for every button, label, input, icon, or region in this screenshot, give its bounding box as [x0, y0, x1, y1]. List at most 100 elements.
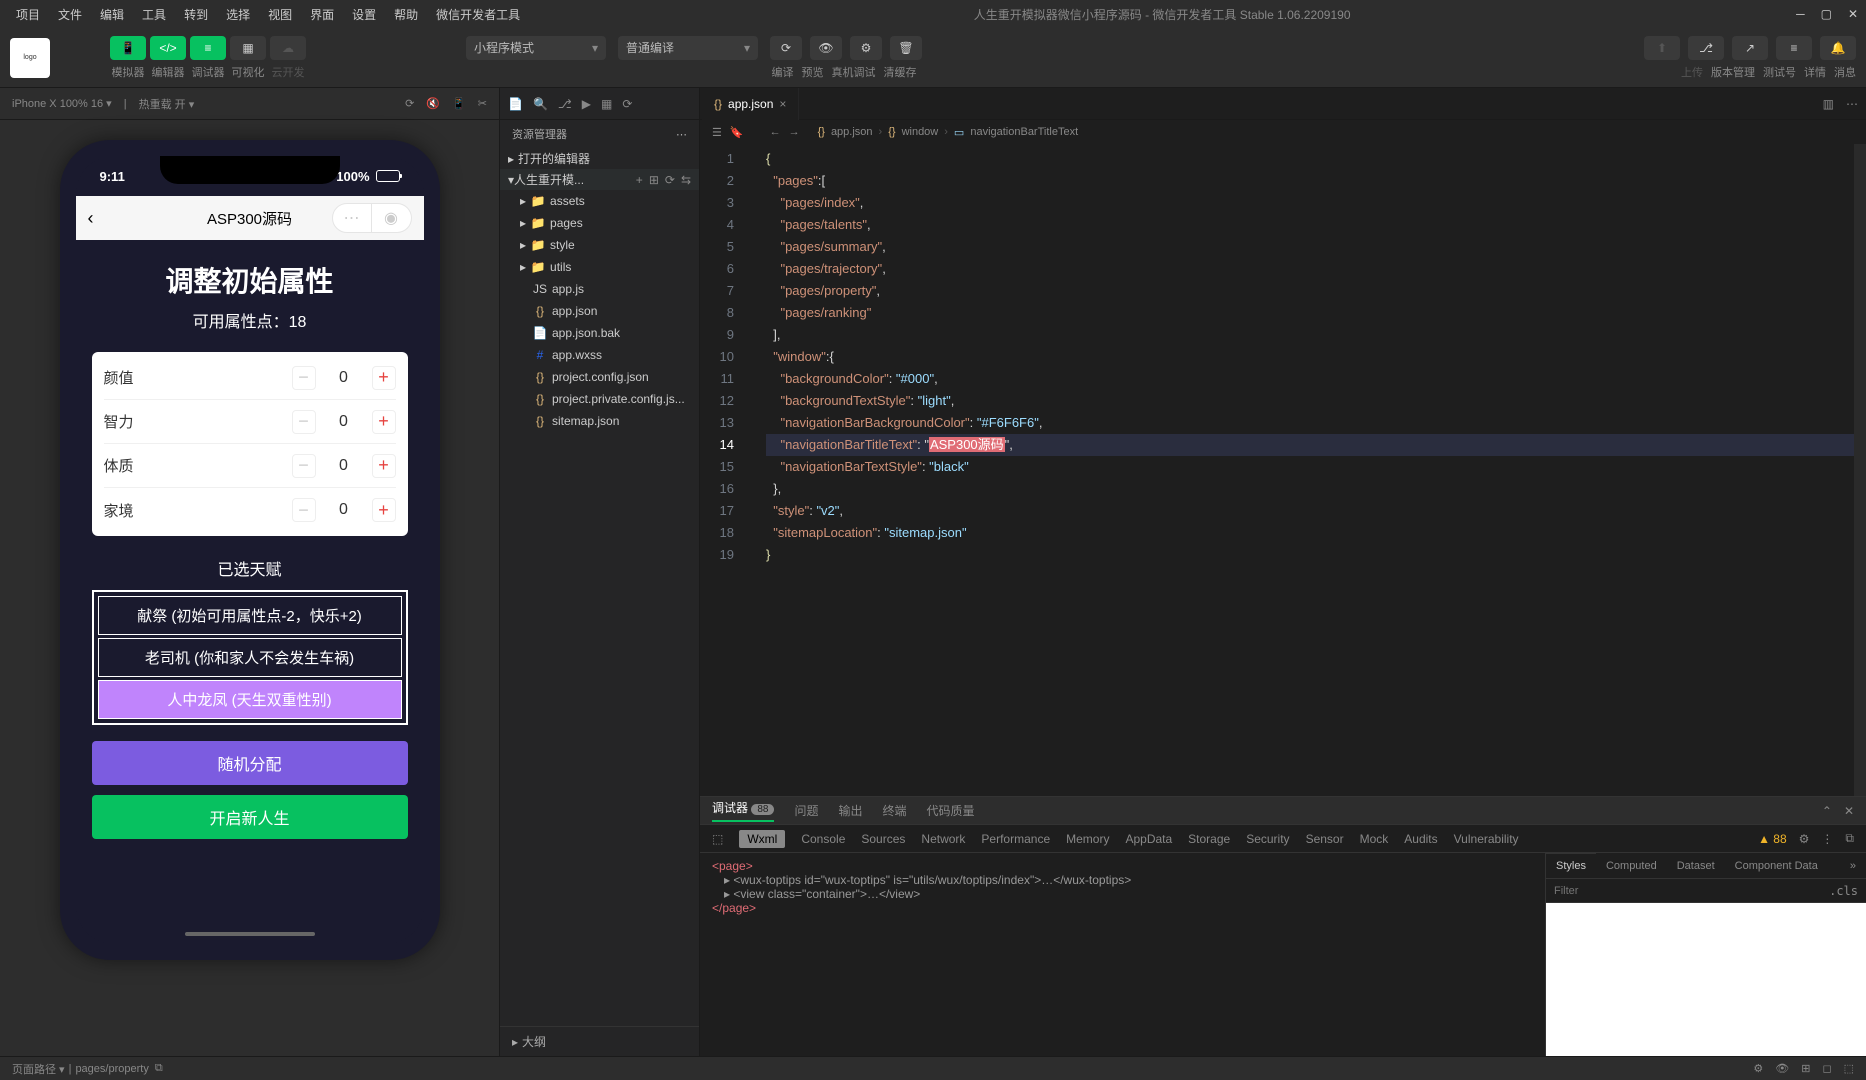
message-button[interactable]: 🔔 [1820, 36, 1856, 60]
compile-button[interactable]: ⟳ [770, 36, 802, 60]
new-folder-icon[interactable]: ⊞ [649, 173, 659, 187]
menu-help[interactable]: 帮助 [386, 3, 426, 26]
debugger-button[interactable]: ≡ [190, 36, 226, 60]
refresh-files-icon[interactable]: ⟳ [665, 173, 675, 187]
element-view[interactable]: ▸ <view class="container">…</view> [712, 887, 1533, 901]
outline-section[interactable]: ▸ 大纲 [500, 1026, 699, 1056]
file-app-wxss[interactable]: #app.wxss [500, 344, 699, 366]
close-tab-icon[interactable]: × [779, 97, 786, 111]
folder-style[interactable]: ▸ 📁style [500, 234, 699, 256]
code-editor[interactable]: 12345678910111213141516171819 { "pages":… [700, 144, 1866, 796]
subtab-mock[interactable]: Mock [1360, 832, 1389, 846]
subtab-console[interactable]: Console [801, 832, 845, 846]
version-button[interactable]: ⎇ [1688, 36, 1724, 60]
menu-edit[interactable]: 编辑 [92, 3, 132, 26]
devtools-dock-icon[interactable]: ⧉ [1845, 831, 1854, 846]
menu-settings[interactable]: 设置 [344, 3, 384, 26]
file-project-config[interactable]: {}project.config.json [500, 366, 699, 388]
random-button[interactable]: 随机分配 [92, 741, 408, 785]
explorer-more-icon[interactable]: ⋯ [676, 128, 687, 141]
statusbar-icon-3[interactable]: ⊞ [1801, 1062, 1810, 1075]
devtools-close-icon[interactable]: ✕ [1844, 804, 1854, 818]
breadcrumb-file[interactable]: app.json [831, 126, 873, 138]
devtools-more-icon[interactable]: ⋮ [1821, 832, 1833, 846]
tab-app-json[interactable]: {} app.json × [702, 88, 799, 120]
element-wux[interactable]: ▸ <wux-toptips id="wux-toptips" is="util… [712, 873, 1533, 887]
subtab-memory[interactable]: Memory [1066, 832, 1109, 846]
nav-back-icon[interactable]: ← [770, 126, 781, 138]
elements-tree[interactable]: <page> ▸ <wux-toptips id="wux-toptips" i… [700, 853, 1546, 1056]
cut-icon[interactable]: ✂ [478, 97, 487, 110]
capsule-close-icon[interactable]: ◉ [372, 203, 412, 233]
close-icon[interactable]: ✕ [1848, 7, 1858, 21]
menu-ui[interactable]: 界面 [302, 3, 342, 26]
devtools-tab-debugger[interactable]: 调试器 88 [712, 799, 774, 822]
element-page-open[interactable]: <page> [712, 859, 1533, 873]
device-debug-button[interactable]: ⚙ [850, 36, 882, 60]
file-sitemap[interactable]: {}sitemap.json [500, 410, 699, 432]
editor-button[interactable]: </> [150, 36, 186, 60]
copy-path-icon[interactable]: ⧉ [155, 1062, 163, 1075]
nav-fwd-icon[interactable]: → [789, 126, 800, 138]
styles-filter-input[interactable] [1546, 885, 1821, 897]
warnings-badge[interactable]: ▲ 88 [1758, 832, 1787, 846]
more-editor-icon[interactable]: ⋯ [1846, 97, 1858, 111]
folder-utils[interactable]: ▸ 📁utils [500, 256, 699, 278]
cls-toggle[interactable]: .cls [1821, 884, 1866, 898]
element-page-close[interactable]: </page> [712, 901, 1533, 915]
minus-button[interactable]: − [292, 366, 316, 390]
maximize-icon[interactable]: ▢ [1821, 7, 1832, 21]
styles-tabs-overflow-icon[interactable]: » [1840, 853, 1866, 878]
talent-item[interactable]: 老司机 (你和家人不会发生车祸) [98, 638, 402, 677]
device-selector[interactable]: iPhone X 100% 16 ▾ [12, 97, 112, 110]
subtab-audits[interactable]: Audits [1404, 832, 1437, 846]
open-editors-section[interactable]: ▸ 打开的编辑器 [500, 148, 699, 169]
breadcrumb-window[interactable]: window [902, 126, 939, 138]
detail-button[interactable]: ≡ [1776, 36, 1812, 60]
subtab-sensor[interactable]: Sensor [1306, 832, 1344, 846]
devtools-tab-problems[interactable]: 问题 [794, 802, 818, 819]
devtools-tab-analysis[interactable]: 代码质量 [927, 802, 975, 819]
git-icon[interactable]: ⎇ [558, 97, 572, 111]
rotate-icon[interactable]: 📱 [452, 97, 466, 110]
menu-select[interactable]: 选择 [218, 3, 258, 26]
subtab-appdata[interactable]: AppData [1125, 832, 1172, 846]
code-lines[interactable]: { "pages":[ "pages/index", "pages/talent… [750, 144, 1854, 796]
search-icon[interactable]: 🔍 [533, 97, 548, 111]
styles-tab-styles[interactable]: Styles [1546, 853, 1596, 878]
hot-reload-toggle[interactable]: 热重载 开 ▾ [139, 96, 195, 112]
subtab-storage[interactable]: Storage [1188, 832, 1230, 846]
menu-goto[interactable]: 转到 [176, 3, 216, 26]
talent-item[interactable]: 人中龙凤 (天生双重性别) [98, 680, 402, 719]
folder-pages[interactable]: ▸ 📁pages [500, 212, 699, 234]
refresh-explorer-icon[interactable]: ⟳ [622, 97, 632, 111]
new-file-icon[interactable]: + [636, 173, 643, 187]
talent-item[interactable]: 献祭 (初始可用属性点-2，快乐+2) [98, 596, 402, 635]
minimize-icon[interactable]: ─ [1796, 7, 1805, 21]
bookmark-icon[interactable]: 🔖 [730, 126, 744, 139]
folder-assets[interactable]: ▸ 📁assets [500, 190, 699, 212]
file-app-json-bak[interactable]: 📄app.json.bak [500, 322, 699, 344]
preview-button[interactable]: 👁 [810, 36, 842, 60]
subtab-vulnerability[interactable]: Vulnerability [1454, 832, 1519, 846]
page-path-label[interactable]: 页面路径 ▾ [12, 1061, 65, 1077]
extension-icon[interactable]: ▦ [601, 97, 612, 111]
cloud-dev-button[interactable]: ☁ [270, 36, 306, 60]
page-path-value[interactable]: pages/property [75, 1063, 148, 1075]
statusbar-icon-2[interactable]: 👁 [1775, 1062, 1789, 1075]
menu-view[interactable]: 视图 [260, 3, 300, 26]
file-app-js[interactable]: JSapp.js [500, 278, 699, 300]
subtab-security[interactable]: Security [1246, 832, 1289, 846]
simulator-button[interactable]: 📱 [110, 36, 146, 60]
devtools-settings-icon[interactable]: ⚙ [1799, 832, 1810, 846]
devtools-tab-output[interactable]: 输出 [839, 802, 863, 819]
subtab-network[interactable]: Network [921, 832, 965, 846]
minus-button[interactable]: − [292, 410, 316, 434]
visualize-button[interactable]: ▦ [230, 36, 266, 60]
inspect-icon[interactable]: ⬚ [712, 832, 723, 846]
start-button[interactable]: 开启新人生 [92, 795, 408, 839]
mode-select[interactable]: 小程序模式▾ [466, 36, 606, 60]
explorer-tab-icon[interactable]: 📄 [508, 97, 523, 111]
styles-tab-dataset[interactable]: Dataset [1667, 853, 1725, 878]
compile-select[interactable]: 普通编译▾ [618, 36, 758, 60]
